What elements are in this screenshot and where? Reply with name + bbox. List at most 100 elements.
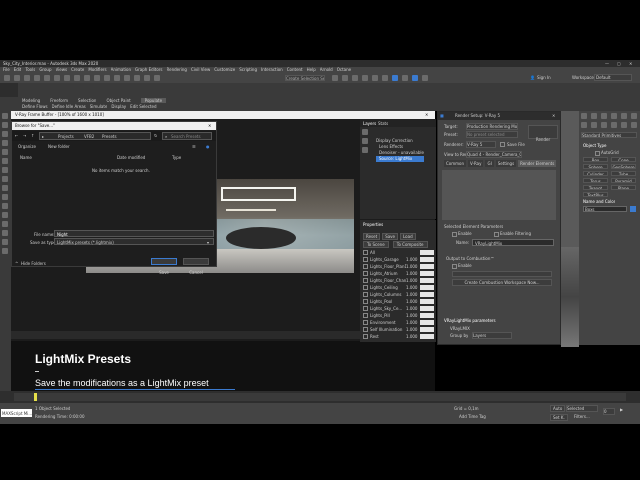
up-icon[interactable]: ↑ [31,133,34,138]
col-name[interactable]: Name [20,155,32,160]
unlink-icon[interactable] [34,75,40,81]
frame-field[interactable]: 0 [603,408,615,415]
reset-button[interactable]: Reset [363,233,381,240]
render-setup-icon[interactable] [392,75,398,81]
light-color-swatch[interactable] [420,257,434,262]
rs-tab-settings[interactable]: Settings [495,160,517,167]
rotate-icon[interactable] [104,75,110,81]
light-value[interactable]: 1.000 [406,285,420,290]
warps-cat-icon[interactable] [631,122,637,128]
view-options-icon[interactable]: ☰ [192,144,196,149]
props-save-button[interactable]: Save [382,233,399,240]
xref-icon[interactable] [2,203,8,209]
rs-tab-common[interactable]: Common [444,160,467,167]
redo-icon[interactable] [14,75,20,81]
light-checkbox[interactable] [363,306,368,311]
close-button[interactable]: ✕ [629,61,632,66]
move-icon[interactable] [94,75,100,81]
light-color-swatch[interactable] [420,278,434,283]
light-checkbox[interactable] [363,285,368,290]
ribbon-tool-edit-selected[interactable]: Edit Selected [130,104,156,109]
place-icon[interactable] [124,75,130,81]
name-input[interactable]: VRayLightMix [472,239,554,246]
modify-tab-icon[interactable] [591,113,597,119]
group-by-dropdown[interactable]: Layers [472,332,512,339]
search-input[interactable]: ⌕ Search Presets [162,132,212,140]
scale-icon[interactable] [114,75,120,81]
undo-icon[interactable] [4,75,10,81]
light-value[interactable]: 1.000 [406,257,420,262]
ribbon-tool-define-idle-areas[interactable]: Define Idle Areas [52,104,86,109]
light-value[interactable]: 1.000 [406,278,420,283]
organize-button[interactable]: Organize [18,144,36,149]
primitive-box-button[interactable]: Box [583,157,608,162]
select-by-name-icon[interactable] [64,75,70,81]
primitive-torus-button[interactable]: Torus [583,178,608,183]
layer-folder-icon[interactable] [362,147,368,153]
light-checkbox[interactable] [363,320,368,325]
ribbon-tab-freeform[interactable]: Freeform [50,98,68,103]
bones-icon[interactable] [2,185,8,191]
light-value[interactable]: 1.000 [406,292,420,297]
display-tab-icon[interactable] [621,113,627,119]
enable-filtering-checkbox[interactable] [494,232,499,237]
tab-stats[interactable]: Stats [378,121,388,126]
path-box[interactable]: ▸ Projects VFB2 Presets [39,132,151,140]
sort-icon[interactable] [2,239,8,245]
to-composite-button[interactable]: To Composite [392,241,428,248]
add-time-tag-button[interactable]: Add Time Tag [459,414,486,419]
maximize-button[interactable]: ▢ [617,61,621,66]
view-dropdown[interactable]: Quad 4 - Render_Camera_01 [466,151,522,158]
shapes-cat-icon[interactable] [591,122,597,128]
render-icon[interactable] [412,75,418,81]
hierarchy-tab-icon[interactable] [601,113,607,119]
light-color-swatch[interactable] [420,264,434,269]
new-folder-button[interactable]: New folder [48,144,70,149]
rs-tab-render-elements[interactable]: Render Elements [518,160,557,167]
teapot-render-icon[interactable] [422,75,428,81]
to-scene-button[interactable]: To Scene [363,241,389,248]
layers-icon[interactable] [2,248,8,254]
render-button[interactable]: Render [528,125,558,142]
object-color-swatch[interactable] [630,206,636,212]
light-color-swatch[interactable] [420,327,434,332]
groups-icon[interactable] [2,194,8,200]
playback-icon[interactable]: ▶ [620,407,623,412]
hidden-icon[interactable] [2,230,8,236]
angle-snap-icon[interactable] [144,75,150,81]
material-editor-icon[interactable] [382,75,388,81]
light-color-swatch[interactable] [420,292,434,297]
tab-layers[interactable]: Layers [363,121,376,126]
cameras-icon[interactable] [2,158,8,164]
bind-icon[interactable] [44,75,50,81]
light-checkbox[interactable] [363,264,368,269]
time-slider[interactable] [14,393,626,401]
preset-dropdown[interactable]: No preset selected [466,131,518,138]
light-color-swatch[interactable] [420,334,434,339]
snap-icon[interactable] [134,75,140,81]
utilities-tab-icon[interactable] [631,113,637,119]
schematic-icon[interactable] [372,75,378,81]
light-color-swatch[interactable] [420,306,434,311]
primitive-tube-button[interactable]: Tube [611,171,636,176]
helpers-icon[interactable] [2,167,8,173]
scene-explorer-icon[interactable] [2,113,8,119]
light-value[interactable]: 1.000 [406,306,420,311]
filter-icon[interactable] [2,122,8,128]
refresh-icon[interactable]: ↻ [154,133,157,138]
file-name-input[interactable]: Night [54,230,214,237]
light-checkbox[interactable] [363,257,368,262]
geometry-icon[interactable] [2,131,8,137]
layer-eye-icon[interactable] [362,138,368,144]
helpers-cat-icon[interactable] [621,122,627,128]
path-projects[interactable]: Projects [58,134,74,139]
light-value[interactable]: 1.000 [406,327,420,332]
light-color-swatch[interactable] [420,285,434,290]
light-value[interactable]: 1.000 [406,299,420,304]
render-setup-close[interactable]: ✕ [552,113,555,118]
light-value[interactable]: 1.000 [406,313,420,318]
light-color-swatch[interactable] [420,250,434,255]
light-checkbox[interactable] [363,271,368,276]
curve-editor-icon[interactable] [362,75,368,81]
window-crossing-icon[interactable] [84,75,90,81]
